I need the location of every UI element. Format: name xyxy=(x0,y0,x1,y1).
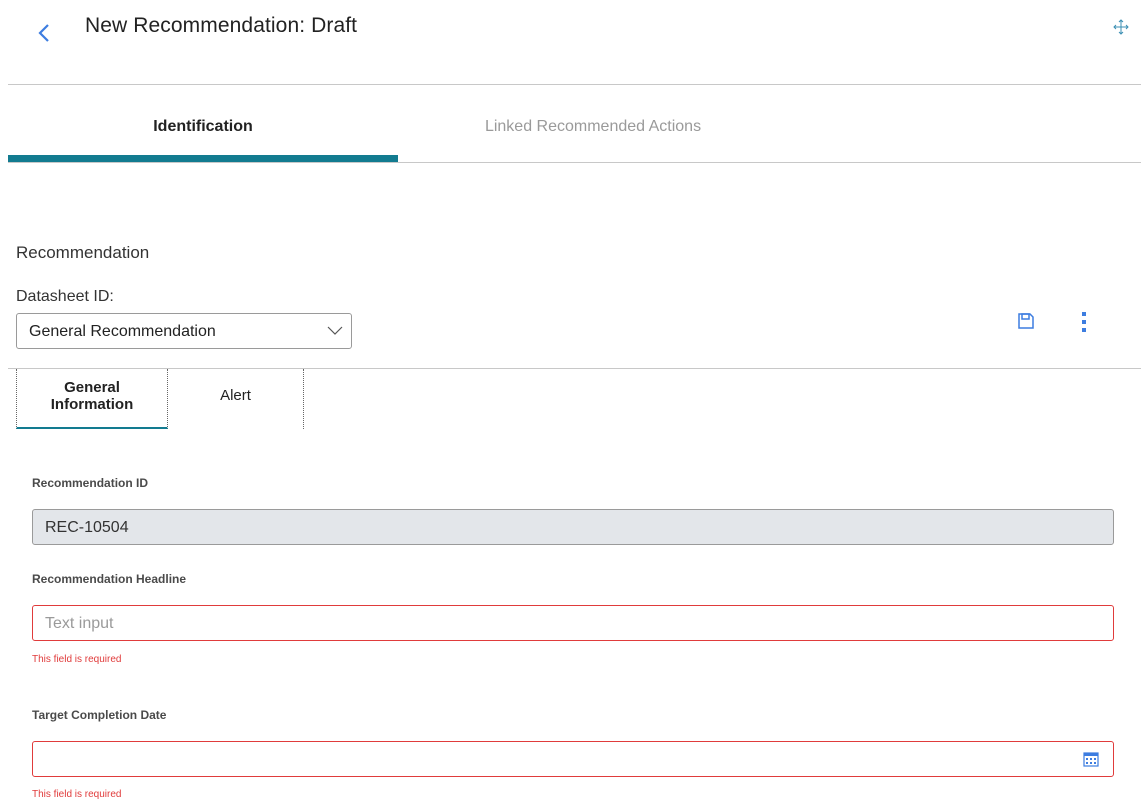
recommendation-id-label: Recommendation ID xyxy=(32,476,149,490)
recommendation-headline-placeholder: Text input xyxy=(45,615,114,632)
chevron-down-icon xyxy=(327,326,343,335)
subtab-alert-label: Alert xyxy=(220,387,251,404)
header-divider xyxy=(8,84,1141,85)
back-button[interactable] xyxy=(34,17,54,47)
subtab-general-information[interactable]: General Information xyxy=(16,369,168,429)
subtab-label-line1: General xyxy=(64,379,120,396)
datasheet-select[interactable]: General Recommendation xyxy=(16,313,352,349)
tab-identification[interactable]: Identification xyxy=(8,118,398,136)
section-title: Recommendation xyxy=(16,243,150,262)
datasheet-selected-value: General Recommendation xyxy=(29,323,216,340)
tab-linked-recommended-actions[interactable]: Linked Recommended Actions xyxy=(398,118,788,136)
headline-error-message: This field is required xyxy=(32,654,122,665)
target-date-error-message: This field is required xyxy=(32,789,122,800)
recommendation-headline-label: Recommendation Headline xyxy=(32,572,187,586)
datasheet-label: Datasheet ID: xyxy=(16,288,114,305)
move-arrows-icon[interactable] xyxy=(1111,17,1131,37)
active-tab-indicator xyxy=(8,155,398,162)
subtab-label-line2: Information xyxy=(50,396,134,413)
save-icon[interactable] xyxy=(1016,311,1036,331)
subtab-alert[interactable]: Alert xyxy=(168,369,304,429)
recommendation-id-field: REC-10504 xyxy=(32,509,1114,545)
page-title: New Recommendation: Draft xyxy=(85,14,358,37)
recommendation-headline-input[interactable]: Text input xyxy=(32,605,1114,641)
target-completion-date-input[interactable] xyxy=(32,741,1114,777)
subtab-general-information-label: General Information xyxy=(17,379,167,413)
target-completion-date-label: Target Completion Date xyxy=(32,708,167,722)
chevron-left-icon xyxy=(38,24,49,42)
tabs-baseline xyxy=(8,162,1141,163)
calendar-icon[interactable] xyxy=(1083,751,1099,767)
kebab-menu-icon[interactable] xyxy=(1080,310,1088,334)
recommendation-id-value: REC-10504 xyxy=(45,519,129,536)
